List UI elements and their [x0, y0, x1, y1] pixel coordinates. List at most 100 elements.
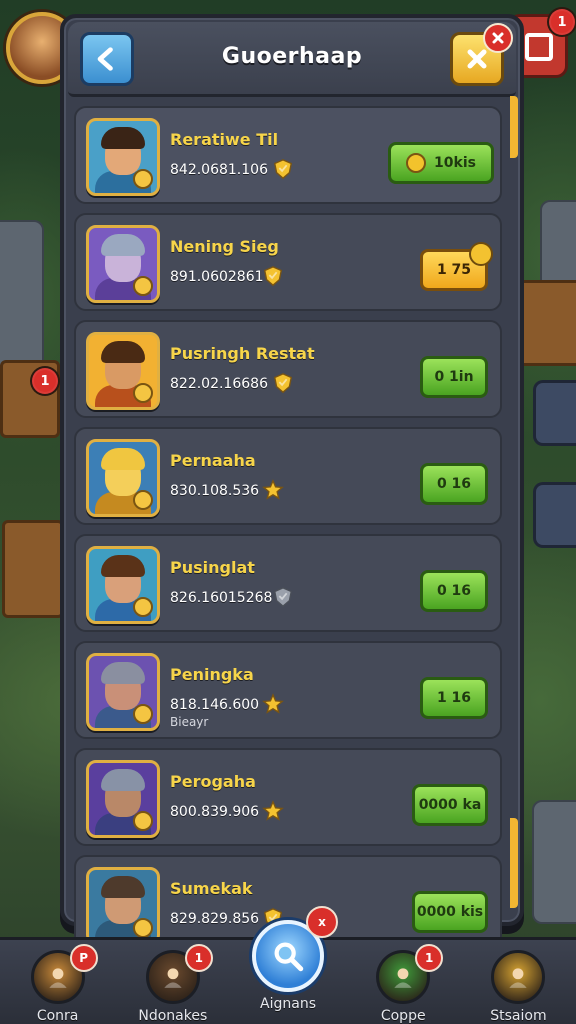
- crate-left-bottom: [2, 520, 64, 618]
- medal-icon: [133, 169, 153, 189]
- player-portrait[interactable]: [86, 439, 160, 517]
- leaderboard-panel: Guoerhaap Reratiwe Til 842.0681.106 10kis N…: [60, 14, 524, 953]
- shield-gold-icon: [273, 159, 293, 180]
- close-badge: [483, 23, 513, 53]
- player-name: Pusinglat: [170, 558, 255, 577]
- portrait-hair: [101, 234, 145, 256]
- medal-icon: [133, 811, 153, 831]
- player-name: Reratiwe Til: [170, 130, 279, 149]
- reward-button-label: 0 16: [436, 476, 472, 492]
- coin-icon: [469, 242, 493, 266]
- player-list: Reratiwe Til 842.0681.106 10kis Nening Sieg…: [74, 106, 502, 962]
- player-portrait[interactable]: [86, 653, 160, 731]
- nav-label: Aignans: [260, 996, 316, 1012]
- x-mark-icon: [492, 32, 504, 44]
- side-tool-button[interactable]: [533, 482, 576, 548]
- portrait-hair: [101, 662, 145, 684]
- reward-button-label: 0000 kis: [416, 904, 484, 920]
- medal-icon: [133, 490, 153, 510]
- notification-badge: 1: [184, 944, 213, 972]
- nav-item-aignans[interactable]: x Aignans: [230, 906, 345, 1024]
- portrait-hair: [101, 341, 145, 363]
- nav-label: Ndonakes: [138, 1008, 208, 1024]
- portrait-hair: [101, 876, 145, 898]
- player-note: Bieayr: [170, 715, 209, 729]
- scroll-indicator-top[interactable]: [510, 96, 518, 158]
- nav-item-ndonakes[interactable]: 1 Ndonakes: [115, 940, 230, 1024]
- close-button[interactable]: [450, 23, 513, 86]
- portrait-hair: [101, 555, 145, 577]
- nav-glyph: [394, 968, 412, 988]
- reward-button[interactable]: 1 16: [420, 677, 488, 719]
- nav-item-stsaiom[interactable]: Stsaiom: [461, 940, 576, 1024]
- reward-button[interactable]: 0 16: [420, 463, 488, 505]
- notification-badge: P: [69, 944, 98, 972]
- player-portrait[interactable]: [86, 118, 160, 196]
- nav-item-conra[interactable]: P Conra: [0, 940, 115, 1024]
- reward-button-label: 1 75: [436, 262, 472, 278]
- medal-icon: [133, 597, 153, 617]
- player-name: Pusringh Restat: [170, 344, 315, 363]
- nav-label: Stsaiom: [490, 1008, 547, 1024]
- nav-item-coppe[interactable]: 1 Coppe: [346, 940, 461, 1024]
- nav-glyph: [509, 968, 528, 988]
- side-shop-button[interactable]: [533, 380, 576, 446]
- player-score: 891.0602861: [170, 269, 264, 285]
- nav-label: Coppe: [380, 1008, 426, 1024]
- player-name: Pernaaha: [170, 451, 256, 470]
- player-portrait[interactable]: [86, 867, 160, 945]
- player-score: 842.0681.106: [170, 162, 268, 178]
- portrait-hair: [101, 448, 145, 470]
- leaderboard-row[interactable]: Reratiwe Til 842.0681.106 10kis: [74, 106, 502, 204]
- leaderboard-row[interactable]: Pernaaha 830.108.536 0 16: [74, 427, 502, 525]
- close-icon: [467, 49, 487, 69]
- player-score: 826.16015268: [170, 590, 273, 606]
- player-score: 829.829.856: [170, 911, 260, 927]
- player-score: 830.108.536: [170, 483, 260, 499]
- leaderboard-row[interactable]: Nening Sieg 891.0602861 1 75: [74, 213, 502, 311]
- reward-button[interactable]: 10kis: [388, 142, 494, 184]
- medal-icon: [133, 276, 153, 296]
- portrait-hair: [101, 769, 145, 791]
- star-gold-icon: [262, 693, 284, 714]
- player-score: 800.839.906: [170, 804, 260, 820]
- player-portrait[interactable]: [86, 225, 160, 303]
- scroll-indicator-bottom[interactable]: [510, 818, 518, 908]
- player-name: Perogaha: [170, 772, 256, 791]
- rock-right-bottom: [532, 800, 576, 924]
- player-portrait[interactable]: [86, 760, 160, 838]
- leaderboard-row[interactable]: Perogaha 800.839.906 0000 ka: [74, 748, 502, 846]
- crate-right: [518, 280, 576, 366]
- player-portrait[interactable]: [86, 546, 160, 624]
- player-portrait[interactable]: [86, 332, 160, 410]
- reward-button-label: 10kis: [434, 155, 476, 171]
- shield-silver-icon: [273, 587, 293, 608]
- reward-button[interactable]: 1 75: [420, 242, 493, 291]
- magnifier-glyph: [274, 942, 304, 972]
- leaderboard-row[interactable]: Peningka 818.146.600 Bieayr 1 16: [74, 641, 502, 739]
- shield-gold-icon: [273, 373, 293, 394]
- shield-gold-icon: [263, 266, 283, 287]
- player-score: 818.146.600: [170, 697, 260, 713]
- notification-badge: 1: [415, 944, 444, 972]
- leaderboard-row[interactable]: Pusringh Restat 822.02.16686 0 1in: [74, 320, 502, 418]
- portrait-hair: [101, 127, 145, 149]
- nav-glyph: [164, 968, 182, 988]
- reward-button[interactable]: 0 1in: [420, 356, 488, 398]
- bottom-navigation: P Conra 1 Ndonakes x Aignans 1 Coppe Stsaiom: [0, 906, 576, 1024]
- reward-button[interactable]: 0 16: [420, 570, 488, 612]
- panel-header: Guoerhaap: [68, 22, 516, 97]
- star-gold-icon: [262, 479, 284, 500]
- reward-button[interactable]: 0000 ka: [412, 784, 488, 826]
- crate-notification-badge: 1: [32, 368, 58, 394]
- reward-button-label: 0 1in: [434, 369, 474, 385]
- medal-icon: [133, 704, 153, 724]
- player-score: 822.02.16686: [170, 376, 268, 392]
- nav-label: Conra: [36, 1008, 79, 1024]
- reward-button[interactable]: 0000 kis: [412, 891, 488, 933]
- medal-icon: [133, 383, 153, 403]
- leaderboard-row[interactable]: Pusinglat 826.16015268 0 16: [74, 534, 502, 632]
- reward-button-label: 0000 ka: [418, 797, 482, 813]
- panel-title: Guoerhaap: [221, 44, 363, 69]
- star-gold-icon: [262, 800, 284, 821]
